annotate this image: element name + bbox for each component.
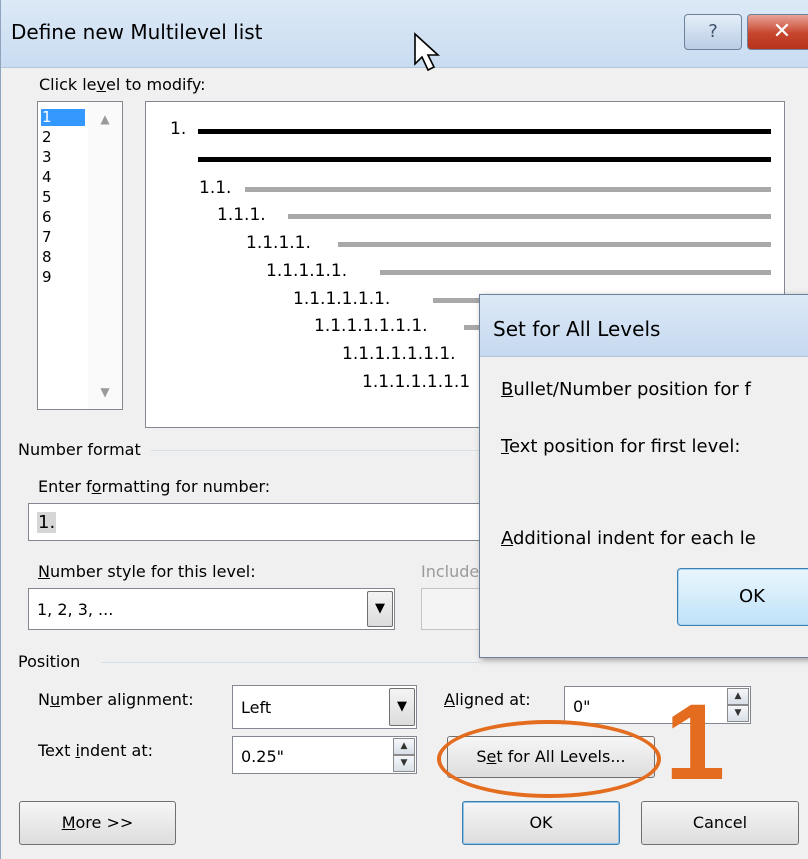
- section-divider: [101, 662, 481, 663]
- annotation-highlight-ellipse: [437, 720, 661, 798]
- set-all-title-bar: Set for All Levels: [480, 295, 808, 357]
- number-format-input[interactable]: 1.: [28, 503, 488, 541]
- preview-level-8: 1.1.1.1.1.1.1.: [342, 344, 456, 364]
- level-item[interactable]: 7: [41, 229, 85, 246]
- level-list-scrollbar[interactable]: ▲ ▼: [88, 102, 122, 409]
- scroll-down-icon[interactable]: ▼: [88, 385, 122, 399]
- set-all-dialog-title: Set for All Levels: [493, 317, 661, 341]
- cancel-button[interactable]: Cancel: [641, 801, 799, 845]
- level-listbox[interactable]: 1 2 3 4 5 6 7 8 9 ▲ ▼: [37, 101, 123, 410]
- set-for-all-levels-dialog: Set for All Levels Bullet/Number positio…: [479, 294, 808, 658]
- preview-line: [338, 242, 771, 247]
- text-position-label: Text position for first level:: [501, 436, 741, 457]
- position-section-label: Position: [18, 652, 81, 671]
- number-format-section-label: Number format: [18, 440, 141, 459]
- define-multilevel-list-dialog: Define new Multilevel list ? ✕ Click lev…: [0, 0, 808, 859]
- level-item[interactable]: 5: [41, 189, 85, 206]
- number-alignment-value: Left: [241, 698, 272, 717]
- level-item[interactable]: 2: [41, 129, 85, 146]
- text-indent-label: Text indent at:: [38, 741, 154, 760]
- preview-level-7: 1.1.1.1.1.1.1.: [314, 316, 428, 336]
- spin-down-icon[interactable]: ▼: [727, 705, 749, 722]
- include-level-label: Include: [421, 562, 480, 581]
- number-style-value: 1, 2, 3, ...: [37, 600, 114, 619]
- preview-line: [380, 270, 771, 275]
- more-button[interactable]: More >>: [19, 801, 176, 845]
- help-button[interactable]: ?: [684, 14, 742, 50]
- preview-line: [198, 129, 771, 134]
- number-format-value: 1.: [37, 512, 57, 533]
- level-item[interactable]: 9: [41, 269, 85, 286]
- number-alignment-label: Number alignment:: [38, 690, 194, 709]
- spin-down-icon[interactable]: ▼: [393, 755, 415, 772]
- preview-line: [288, 214, 771, 219]
- number-style-label: Number style for this level:: [38, 562, 256, 581]
- close-button[interactable]: ✕: [747, 14, 808, 50]
- preview-level-9: 1.1.1.1.1.1.1: [362, 372, 471, 392]
- bullet-position-label: Bullet/Number position for f: [501, 379, 751, 400]
- ok-button[interactable]: OK: [462, 801, 620, 845]
- text-indent-input[interactable]: 0.25" ▲ ▼: [232, 736, 417, 774]
- preview-level-6: 1.1.1.1.1.1.: [293, 289, 391, 309]
- aligned-at-label: Aligned at:: [444, 690, 531, 709]
- level-item[interactable]: 8: [41, 249, 85, 266]
- scroll-up-icon[interactable]: ▲: [88, 112, 122, 126]
- level-item[interactable]: 1: [41, 109, 85, 126]
- level-list-label: Click level to modify:: [39, 75, 206, 94]
- level-item[interactable]: 6: [41, 209, 85, 226]
- title-bar: Define new Multilevel list ? ✕: [1, 0, 808, 68]
- annotation-step-number: 1: [665, 681, 726, 802]
- preview-level-5: 1.1.1.1.1.: [266, 261, 348, 281]
- additional-indent-label: Additional indent for each le: [501, 528, 756, 549]
- chevron-down-icon[interactable]: ▼: [389, 688, 415, 726]
- section-divider: [151, 450, 481, 451]
- level-item[interactable]: 3: [41, 149, 85, 166]
- preview-level-1: 1.: [170, 119, 187, 139]
- level-item[interactable]: 4: [41, 169, 85, 186]
- preview-level-4: 1.1.1.1.: [246, 233, 311, 253]
- mouse-pointer-icon: [414, 32, 441, 72]
- preview-line: [464, 325, 480, 330]
- enter-formatting-label: Enter formatting for number:: [38, 477, 271, 496]
- text-indent-value: 0.25": [241, 747, 284, 766]
- chevron-down-icon[interactable]: ▼: [367, 591, 393, 627]
- spin-up-icon[interactable]: ▲: [393, 738, 415, 755]
- include-level-select[interactable]: [421, 588, 483, 630]
- close-icon: ✕: [772, 19, 792, 44]
- preview-line: [198, 157, 771, 162]
- number-alignment-select[interactable]: Left ▼: [232, 685, 417, 729]
- help-icon: ?: [708, 21, 718, 42]
- aligned-at-value: 0": [573, 697, 591, 716]
- set-all-ok-button[interactable]: OK: [677, 568, 808, 626]
- preview-line: [245, 187, 771, 192]
- preview-level-3: 1.1.1.: [217, 205, 266, 225]
- dialog-title: Define new Multilevel list: [11, 20, 263, 44]
- spin-up-icon[interactable]: ▲: [727, 688, 749, 705]
- number-style-select[interactable]: 1, 2, 3, ... ▼: [28, 588, 395, 630]
- preview-level-2: 1.1.: [199, 178, 232, 198]
- preview-line: [433, 298, 483, 303]
